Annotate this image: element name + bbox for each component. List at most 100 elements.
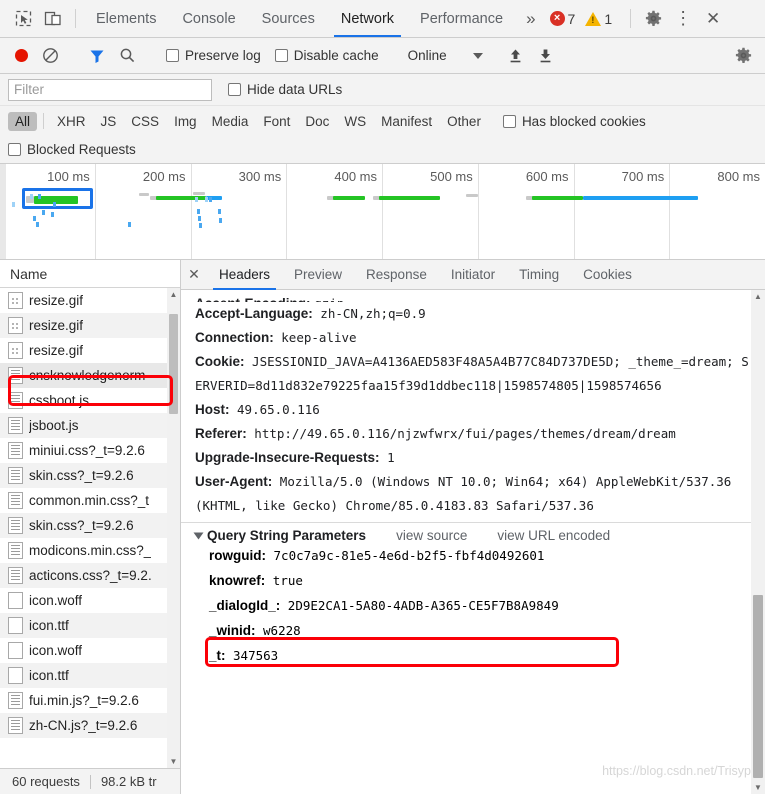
tab-initiator[interactable]: Initiator: [439, 260, 507, 289]
device-toggle-icon[interactable]: [38, 0, 68, 37]
kebab-menu-icon[interactable]: ⋮: [668, 0, 698, 37]
network-settings-gear-icon[interactable]: [729, 43, 757, 69]
type-filter-font[interactable]: Font: [256, 112, 297, 131]
request-row[interactable]: common.min.css?_t: [0, 488, 180, 513]
request-row[interactable]: icon.woff: [0, 638, 180, 663]
tab-sources[interactable]: Sources: [249, 0, 328, 37]
has-blocked-cookies-checkbox[interactable]: Has blocked cookies: [502, 114, 646, 129]
request-row[interactable]: resize.gif: [0, 338, 180, 363]
type-filter-manifest[interactable]: Manifest: [374, 112, 439, 131]
plain-file-icon: [8, 592, 23, 609]
close-icon[interactable]: ✕: [698, 0, 728, 37]
tab-headers[interactable]: Headers: [207, 260, 282, 290]
request-row[interactable]: zh-CN.js?_t=9.2.6: [0, 713, 180, 738]
search-input[interactable]: [8, 78, 212, 101]
header-value: zh-CN,zh;q=0.9: [312, 306, 426, 321]
request-row[interactable]: miniui.css?_t=9.2.6: [0, 438, 180, 463]
request-row[interactable]: fui.min.js?_t=9.2.6: [0, 688, 180, 713]
network-overview-timeline[interactable]: 100 ms 200 ms 300 ms 400 ms 500 ms 600 m…: [0, 164, 765, 260]
request-count: 60 requests: [12, 774, 80, 789]
tab-preview[interactable]: Preview: [282, 260, 354, 289]
tab-network[interactable]: Network: [328, 0, 407, 37]
preserve-log-checkbox[interactable]: Preserve log: [166, 48, 261, 63]
request-row[interactable]: icon.ttf: [0, 613, 180, 638]
tab-performance[interactable]: Performance: [407, 0, 516, 37]
request-row[interactable]: skin.css?_t=9.2.6: [0, 463, 180, 488]
detail-scroll-down-arrow-icon[interactable]: ▼: [751, 781, 765, 794]
request-row[interactable]: acticons.css?_t=9.2.: [0, 563, 180, 588]
document-file-icon: [8, 692, 23, 709]
search-icon[interactable]: [113, 43, 141, 69]
tab-timing[interactable]: Timing: [507, 260, 571, 289]
funnel-icon[interactable]: [83, 43, 111, 69]
type-filter-img[interactable]: Img: [167, 112, 204, 131]
request-list-scrollbar[interactable]: ▲ ▼: [167, 288, 180, 768]
request-list[interactable]: resize.gif resize.gif resize.gif cnsknowled…: [0, 288, 180, 768]
timeline-event-dot: [198, 216, 201, 221]
type-filter-css[interactable]: CSS: [124, 112, 166, 131]
request-name: resize.gif: [29, 318, 84, 333]
detail-scrollbar-thumb[interactable]: [753, 595, 763, 778]
devtools-window: Elements Console Sources Network Perform…: [0, 0, 765, 794]
headers-content[interactable]: Accept-Encoding: gzip Accept-Language: z…: [181, 290, 765, 794]
request-row[interactable]: jsboot.js: [0, 413, 180, 438]
view-url-encoded-link[interactable]: view URL encoded: [497, 528, 610, 543]
request-row[interactable]: modicons.min.css?_: [0, 538, 180, 563]
transferred-size: 98.2 kB tr: [100, 774, 157, 789]
type-filter-js[interactable]: JS: [94, 112, 124, 131]
tab-cookies[interactable]: Cookies: [571, 260, 644, 289]
type-filter-all[interactable]: All: [8, 111, 38, 131]
request-row[interactable]: skin.css?_t=9.2.6: [0, 513, 180, 538]
document-file-icon: [8, 542, 23, 559]
request-row[interactable]: cnsknowledgenorm: [0, 363, 180, 388]
request-row[interactable]: cssboot.js: [0, 388, 180, 413]
tab-console[interactable]: Console: [169, 0, 248, 37]
blocked-requests-checkbox[interactable]: Blocked Requests: [8, 142, 136, 157]
column-header-name[interactable]: Name: [0, 260, 180, 288]
document-file-icon: [8, 417, 23, 434]
clear-icon[interactable]: [36, 43, 64, 69]
view-source-link[interactable]: view source: [396, 528, 467, 543]
type-filter-doc[interactable]: Doc: [298, 112, 336, 131]
type-filter-xhr[interactable]: XHR: [50, 112, 93, 131]
header-name: Connection:: [195, 330, 274, 345]
tab-elements[interactable]: Elements: [83, 0, 169, 37]
header-value: Mozilla/5.0 (Windows NT 10.0; Win64; x64…: [195, 474, 739, 513]
query-param-row: _dialogId_: 2D9E2CA1-5A80-4ADB-A365-CE5F…: [195, 593, 751, 618]
query-param-row: _winid: w6228: [195, 618, 751, 643]
scrollbar-thumb[interactable]: [169, 314, 178, 414]
request-name: skin.css?_t=9.2.6: [29, 518, 134, 533]
close-detail-icon[interactable]: ✕: [181, 260, 207, 289]
request-detail-pane: ✕ Headers Preview Response Initiator Tim…: [181, 260, 765, 794]
gear-icon[interactable]: [638, 0, 668, 37]
scroll-up-arrow-icon[interactable]: ▲: [167, 288, 180, 301]
inspect-cursor-icon[interactable]: [8, 0, 38, 37]
plain-file-icon: [8, 667, 23, 684]
timeline-event-dot: [42, 210, 45, 215]
request-name: miniui.css?_t=9.2.6: [29, 443, 145, 458]
disable-cache-checkbox[interactable]: Disable cache: [274, 48, 379, 63]
export-har-icon[interactable]: [532, 43, 560, 69]
record-button[interactable]: [8, 43, 34, 69]
timeline-event-dot: [51, 212, 54, 217]
request-row[interactable]: resize.gif: [0, 288, 180, 313]
issue-counters[interactable]: × 7 1: [546, 0, 624, 37]
more-tabs-icon[interactable]: »: [516, 0, 545, 37]
request-row[interactable]: resize.gif: [0, 313, 180, 338]
scroll-down-arrow-icon[interactable]: ▼: [167, 755, 180, 768]
query-param-name: _dialogId_:: [209, 598, 281, 613]
throttling-select[interactable]: Online: [408, 48, 483, 63]
import-har-icon[interactable]: [502, 43, 530, 69]
request-row[interactable]: icon.ttf: [0, 663, 180, 688]
request-name: resize.gif: [29, 293, 84, 308]
type-filter-ws[interactable]: WS: [337, 112, 373, 131]
detail-scroll-up-arrow-icon[interactable]: ▲: [751, 290, 765, 303]
timeline-tick-label: 100 ms: [47, 169, 90, 184]
request-row[interactable]: icon.woff: [0, 588, 180, 613]
type-filter-other[interactable]: Other: [440, 112, 488, 131]
tab-response[interactable]: Response: [354, 260, 439, 289]
headers-scrollbar[interactable]: ▲ ▼: [751, 290, 765, 794]
query-string-section-header[interactable]: Query String Parameters view source view…: [193, 528, 751, 543]
type-filter-media[interactable]: Media: [205, 112, 256, 131]
hide-data-urls-checkbox[interactable]: Hide data URLs: [228, 82, 342, 97]
